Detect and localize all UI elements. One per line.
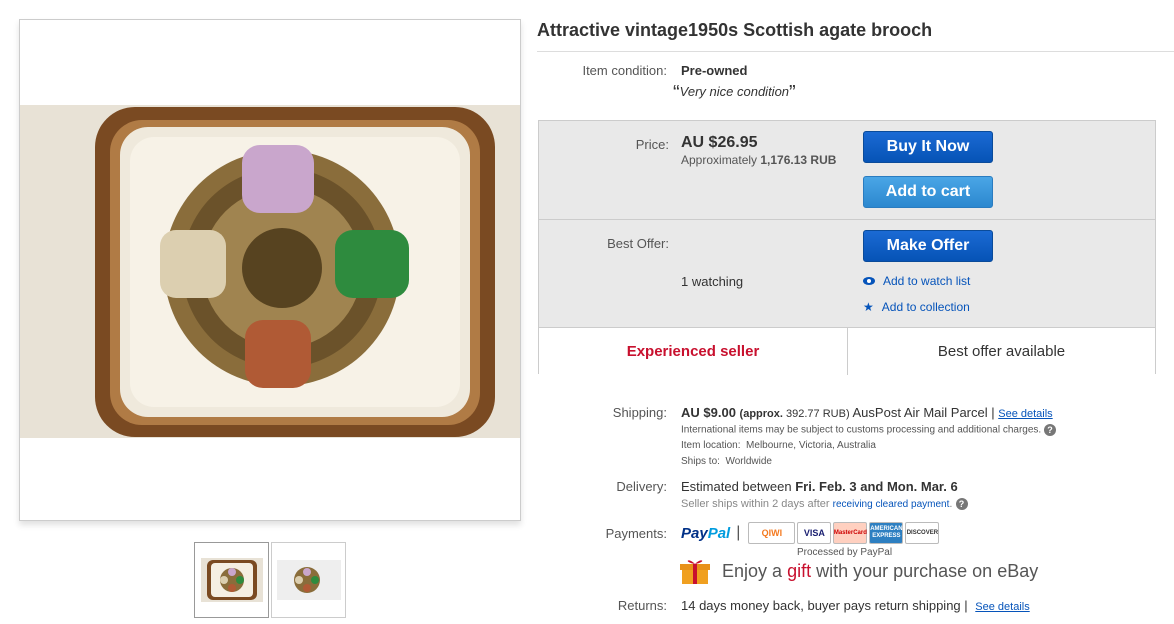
shipping-line: AU $9.00 (approx. 392.77 RUB) AusPost Ai…	[681, 405, 1053, 420]
condition-value: Pre-owned	[681, 63, 748, 78]
collection-link[interactable]: ★ Add to collection	[863, 300, 970, 314]
condition-label: Item condition:	[582, 63, 667, 78]
title-divider	[537, 51, 1174, 52]
delivery-estimate: Estimated between Fri. Feb. 3 and Mon. M…	[681, 479, 958, 494]
thumbnail-1-image	[200, 558, 263, 602]
gift-banner[interactable]: Enjoy a gift with your purchase on eBay	[680, 557, 1038, 585]
amex-logo: AMERICAN EXPRESS	[869, 522, 904, 544]
make-offer-button[interactable]: Make Offer	[863, 230, 993, 262]
price-divider	[539, 219, 1155, 220]
gift-text: Enjoy a gift with your purchase on eBay	[722, 560, 1039, 581]
gift-icon	[680, 560, 710, 584]
thumbnail-2-image	[276, 560, 341, 600]
add-to-cart-button[interactable]: Add to cart	[863, 176, 993, 208]
watch-list-link[interactable]: Add to watch list	[863, 274, 970, 288]
seller-badges-row: Experienced seller Best offer available	[539, 327, 1155, 375]
shipping-label: Shipping:	[612, 405, 667, 420]
price-value: AU $26.95	[681, 134, 758, 151]
star-icon: ★	[863, 300, 874, 314]
main-product-image[interactable]	[19, 19, 521, 521]
cleared-payment-link[interactable]: receiving cleared payment	[833, 499, 950, 510]
discover-logo: DISCOVER	[905, 522, 940, 544]
brooch-photo	[20, 105, 520, 438]
returns-see-details-link[interactable]: See details	[975, 601, 1029, 613]
eye-icon	[863, 277, 875, 285]
price-label: Price:	[635, 137, 669, 152]
watching-count: 1 watching	[681, 274, 744, 289]
watch-list-text: Add to watch list	[883, 274, 971, 288]
best-offer-badge: Best offer available	[847, 328, 1155, 375]
collection-text: Add to collection	[881, 300, 970, 314]
purchase-panel: Price: AU $26.95 Approximately 1,176.13 …	[538, 120, 1156, 375]
visa-logo: VISA	[797, 522, 832, 544]
experienced-seller-badge: Experienced seller	[626, 343, 760, 360]
item-location: Item location: Melbourne, Victoria, Aust…	[681, 440, 876, 451]
shipping-see-details-link[interactable]: See details	[998, 408, 1052, 420]
returns-label: Returns:	[617, 598, 667, 613]
help-icon[interactable]: ?	[955, 498, 968, 511]
returns-policy: 14 days money back, buyer pays return sh…	[681, 598, 1030, 613]
condition-note: “Very nice condition”	[673, 82, 796, 104]
thumbnail-1[interactable]	[194, 542, 269, 618]
thumbnail-strip	[194, 542, 346, 618]
price-approx: Approximately 1,176.13 RUB	[681, 153, 837, 167]
qiwi-logo: QIWI	[748, 522, 796, 544]
intl-note: International items may be subject to cu…	[681, 424, 1056, 436]
listing-title: Attractive vintage1950s Scottish agate b…	[537, 20, 933, 40]
paypal-logo: PayPal	[681, 524, 731, 542]
payment-methods: PayPal | QIWI VISA MasterCard AMERICAN E…	[681, 522, 940, 544]
mastercard-logo: MasterCard	[833, 522, 868, 544]
buy-it-now-button[interactable]: Buy It Now	[863, 131, 993, 163]
best-offer-label: Best Offer:	[607, 236, 669, 251]
delivery-label: Delivery:	[616, 479, 667, 494]
payments-label: Payments:	[605, 526, 667, 541]
delivery-note: Seller ships within 2 days after receivi…	[681, 498, 968, 511]
help-icon[interactable]: ?	[1043, 424, 1056, 436]
thumbnail-2[interactable]	[271, 542, 346, 618]
ships-to: Ships to: Worldwide	[681, 456, 772, 467]
